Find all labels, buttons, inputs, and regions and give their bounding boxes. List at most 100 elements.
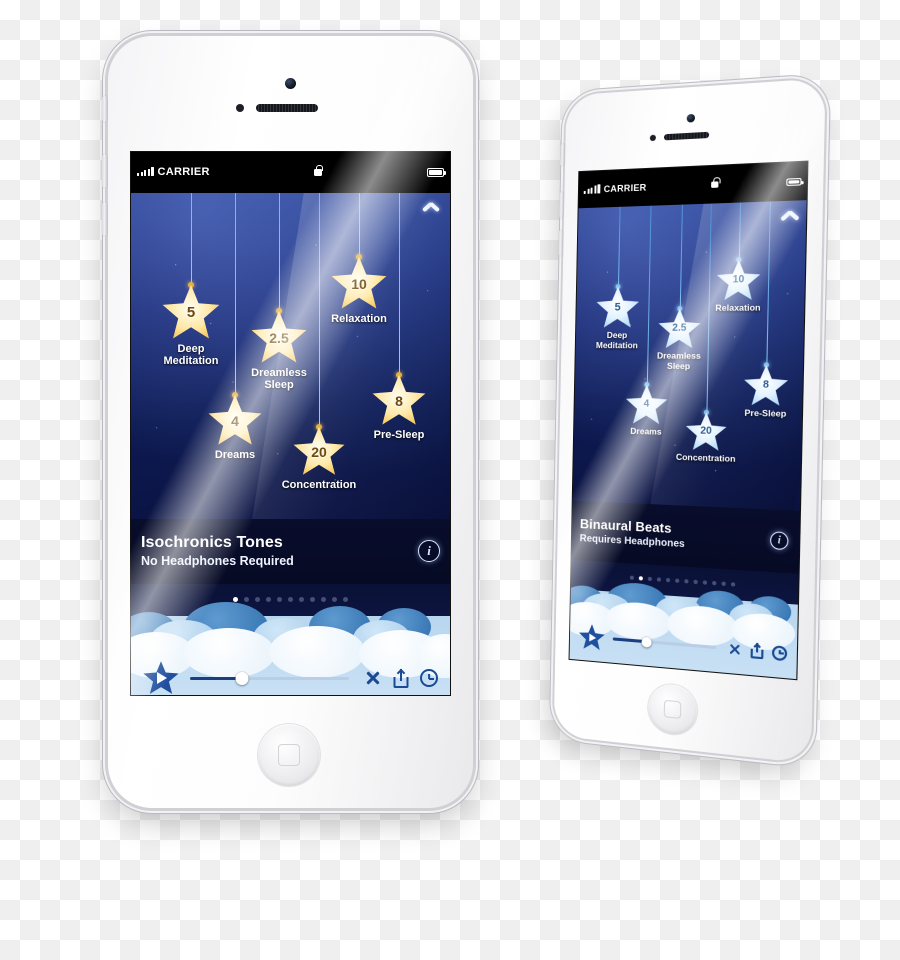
slider-thumb[interactable] — [641, 636, 652, 648]
preset-value: 10 — [732, 274, 745, 287]
preset-dreamless-sleep[interactable]: 2.5 Dreamless Sleep — [645, 306, 714, 372]
preset-dreamless-sleep[interactable]: 2.5 Dreamless Sleep — [236, 307, 322, 392]
preset-label: Pre-Sleep — [373, 428, 425, 441]
silent-switch-button[interactable] — [102, 96, 107, 122]
front-camera-icon — [686, 113, 696, 123]
preset-dreams[interactable]: 4 Dreams — [193, 391, 277, 461]
home-button[interactable] — [258, 724, 320, 786]
page-dot[interactable] — [674, 578, 679, 583]
star-string — [191, 192, 193, 289]
preset-pre-sleep[interactable]: 8 Pre-Sleep — [357, 371, 441, 441]
preset-value: 5 — [186, 304, 196, 322]
star-icon: 8 — [372, 374, 426, 425]
page-dot[interactable] — [310, 597, 315, 603]
player-controls — [131, 658, 450, 695]
clock-timer-icon[interactable] — [771, 644, 788, 661]
star-icon: 4 — [625, 384, 668, 426]
star-sky-area: 5 Deep Meditation 2.5 Dreamless Sleep 10 — [572, 200, 807, 512]
battery-icon — [427, 168, 446, 177]
preset-relaxation[interactable]: 10 Relaxation — [315, 253, 403, 325]
preset-label: Concentration — [281, 478, 357, 491]
preset-deep-meditation[interactable]: 5 Deep Meditation — [584, 284, 650, 351]
star-play-button[interactable] — [578, 623, 605, 651]
chevron-up-icon[interactable] — [422, 199, 442, 212]
preset-label: Dreamless Sleep — [251, 366, 307, 392]
page-dot[interactable] — [321, 597, 326, 603]
track-title: Isochronics Tones — [141, 534, 283, 552]
page-dot[interactable] — [656, 577, 661, 582]
clock-timer-icon[interactable] — [420, 669, 438, 688]
page-dot[interactable] — [730, 582, 735, 587]
share-upload-icon[interactable] — [392, 668, 409, 688]
share-upload-icon[interactable] — [749, 642, 763, 660]
chevron-up-icon[interactable] — [780, 207, 798, 219]
page-dot[interactable] — [665, 578, 670, 583]
star-sky-area: 5 Deep Meditation 2.5 Dreamless Sleep 10 — [131, 192, 450, 519]
proximity-sensor-icon — [649, 134, 656, 142]
page-dot[interactable] — [343, 597, 348, 603]
lock-icon — [314, 164, 323, 176]
star-icon: 10 — [331, 256, 387, 309]
close-x-icon[interactable] — [364, 670, 381, 687]
page-dot[interactable] — [683, 579, 688, 584]
status-bar: CARRIER — [131, 152, 450, 193]
star-icon: 2.5 — [658, 308, 702, 350]
preset-value: 2.5 — [269, 329, 289, 346]
page-dot[interactable] — [711, 581, 716, 586]
info-icon[interactable]: i — [769, 531, 789, 551]
lock-icon — [711, 181, 719, 189]
preset-value: 4 — [643, 398, 650, 411]
preset-label: Deep Meditation — [595, 330, 638, 351]
preset-value: 2.5 — [672, 322, 687, 335]
page-dot[interactable] — [255, 597, 260, 603]
volume-slider[interactable] — [190, 670, 349, 686]
app-screen-primary: CARRIER 5 Deep Meditation 2.5 Dreamless … — [130, 151, 451, 696]
preset-concentration[interactable]: 20 Concentration — [273, 423, 365, 491]
volume-up-button[interactable] — [102, 154, 107, 188]
preset-value: 10 — [351, 275, 367, 292]
signal-bars-icon — [137, 167, 154, 177]
volume-down-button[interactable] — [558, 229, 563, 257]
earpiece-speaker-icon — [663, 131, 710, 141]
carrier-label: CARRIER — [157, 166, 210, 179]
star-string — [279, 192, 281, 315]
preset-value: 20 — [700, 425, 712, 438]
preset-concentration[interactable]: 20 Concentration — [668, 410, 744, 466]
page-dot[interactable] — [693, 579, 698, 585]
home-button-square-icon — [278, 744, 300, 766]
page-dot[interactable] — [629, 575, 634, 580]
star-icon: 20 — [293, 426, 345, 475]
page-dot[interactable] — [702, 580, 707, 585]
preset-pre-sleep[interactable]: 8 Pre-Sleep — [731, 362, 801, 420]
volume-slider[interactable] — [612, 632, 717, 654]
star-icon: 5 — [596, 286, 640, 329]
page-dot[interactable] — [720, 581, 726, 587]
page-dot[interactable] — [244, 597, 249, 603]
page-dot[interactable] — [288, 597, 293, 603]
preset-relaxation[interactable]: 10 Relaxation — [702, 257, 775, 314]
star-icon: 10 — [716, 259, 761, 302]
close-x-icon[interactable] — [727, 642, 741, 657]
page-dot[interactable] — [266, 597, 271, 603]
star-icon: 8 — [743, 365, 789, 408]
signal-bars-icon — [583, 183, 600, 194]
earpiece-speaker-icon — [256, 104, 318, 112]
home-button[interactable] — [647, 682, 698, 737]
page-dot[interactable] — [647, 576, 652, 582]
volume-down-button[interactable] — [102, 202, 107, 236]
page-dot[interactable] — [277, 597, 282, 603]
slider-thumb[interactable] — [235, 671, 249, 685]
battery-icon — [786, 177, 802, 186]
preset-label: Relaxation — [715, 302, 761, 314]
preset-deep-meditation[interactable]: 5 Deep Meditation — [148, 281, 234, 368]
track-title-band: Isochronics Tones No Headphones Required… — [131, 518, 450, 584]
page-dot[interactable] — [299, 597, 304, 603]
page-dot[interactable] — [638, 576, 643, 581]
star-play-button[interactable] — [143, 661, 179, 694]
info-icon[interactable]: i — [418, 540, 440, 563]
volume-up-button[interactable] — [559, 191, 564, 218]
preset-label: Deep Meditation — [163, 342, 219, 368]
preset-value: 20 — [311, 443, 327, 460]
silent-switch-button[interactable] — [560, 143, 565, 166]
page-dot[interactable] — [332, 597, 337, 603]
